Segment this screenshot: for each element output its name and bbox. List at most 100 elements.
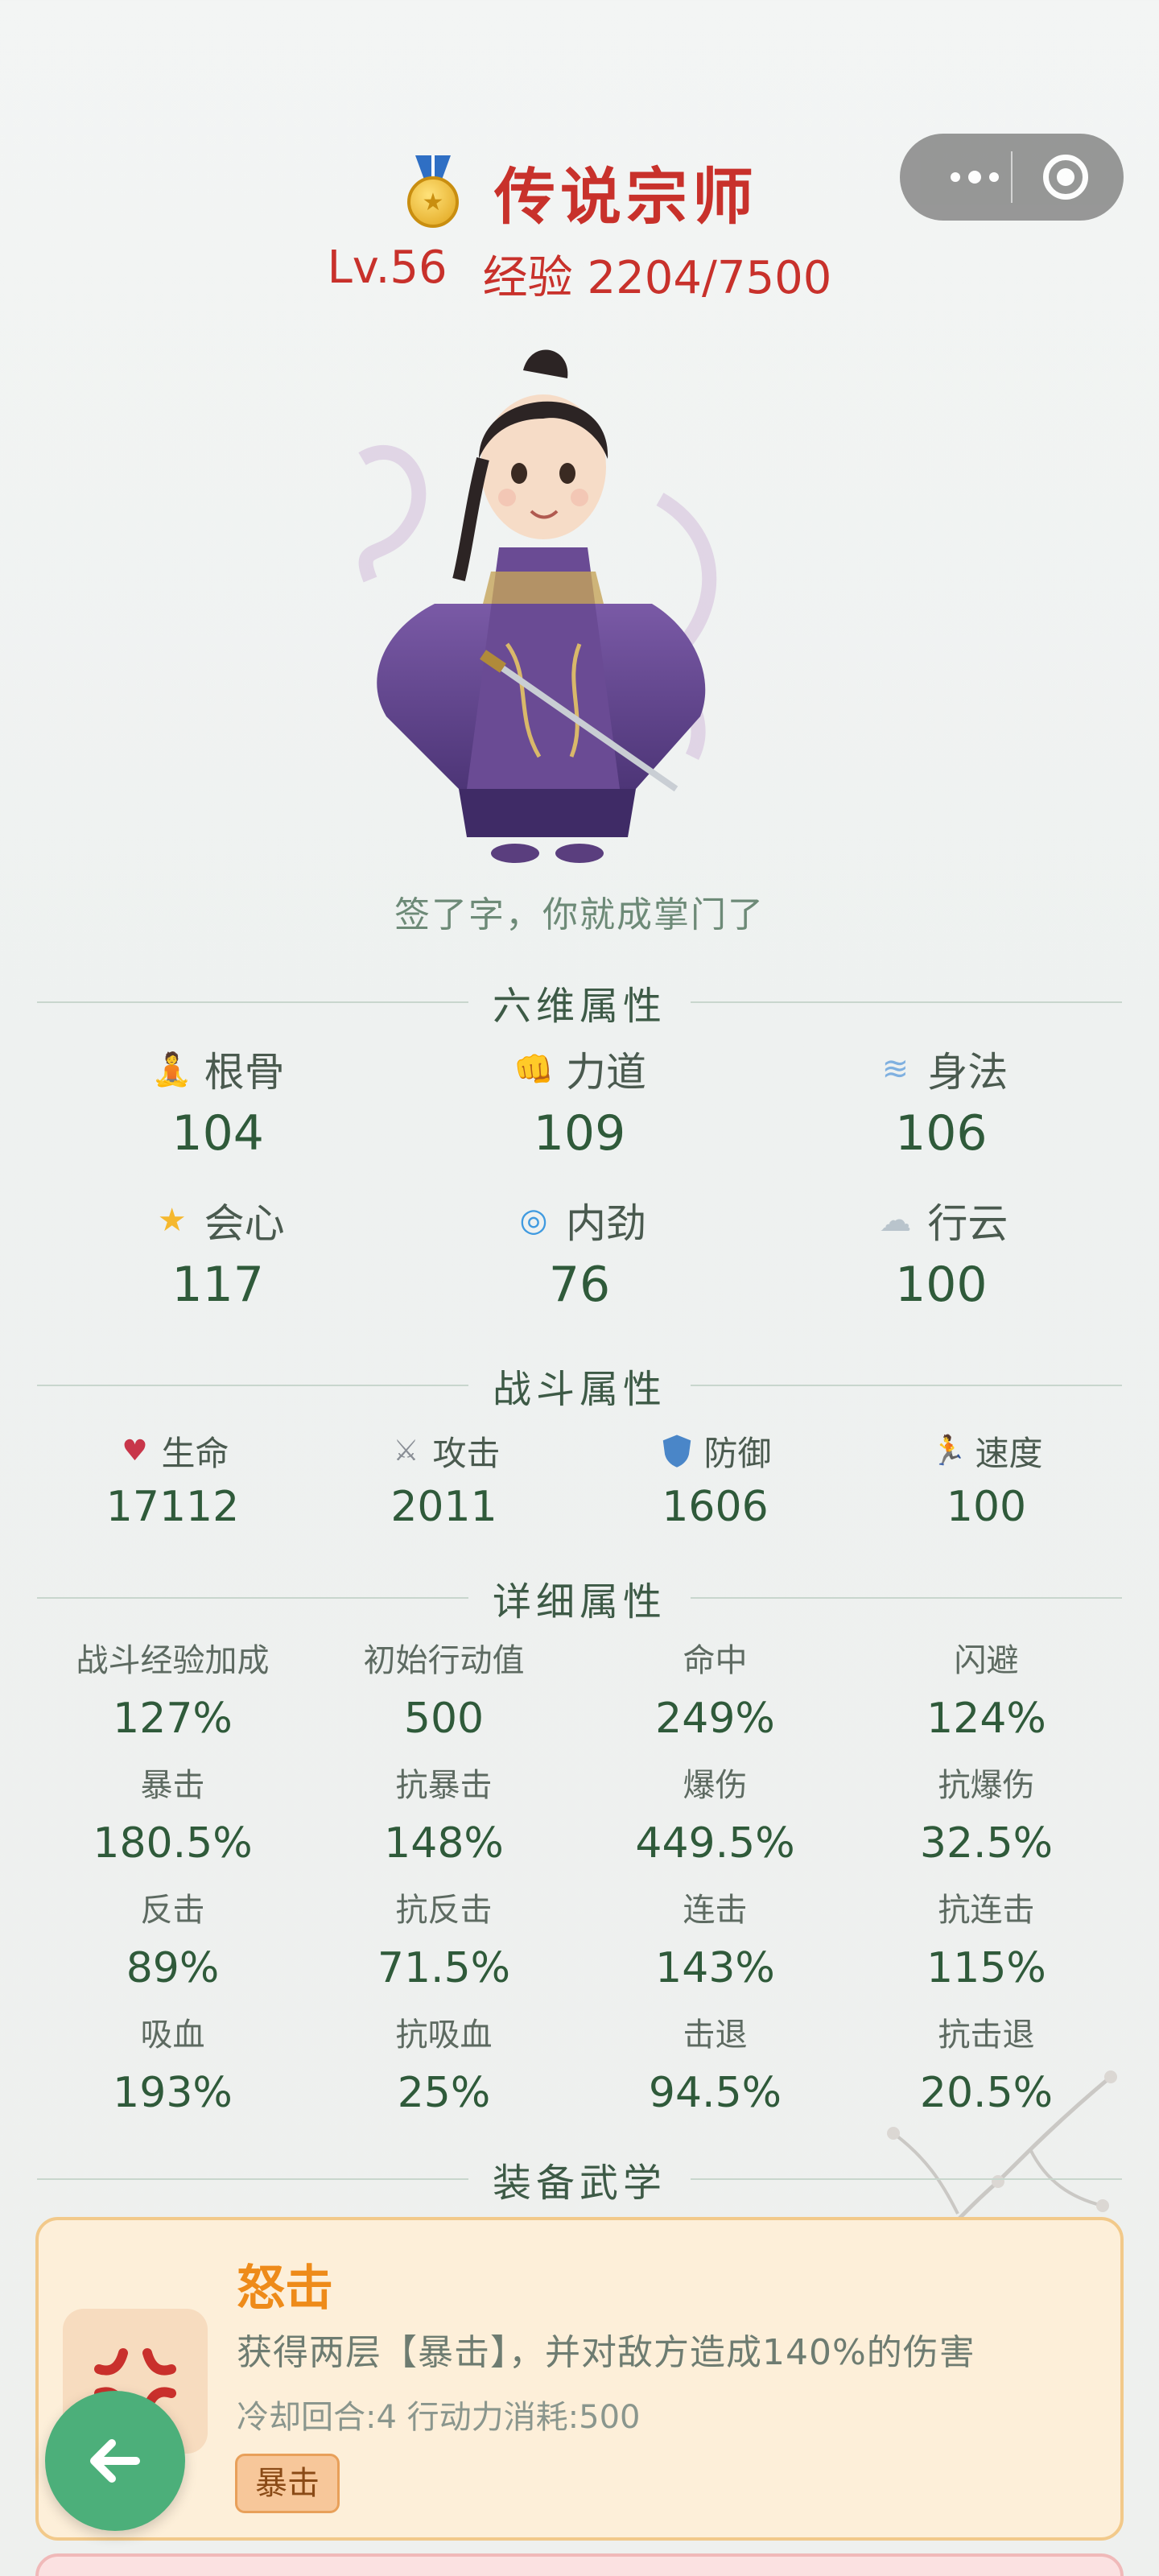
- detail-value: 20.5%: [919, 2069, 1054, 2117]
- detail-name: 爆伤: [683, 1767, 748, 1804]
- attr-value: 100: [895, 1257, 988, 1313]
- skill-card-next[interactable]: [35, 2553, 1124, 2576]
- detail-value: 94.5%: [648, 2069, 782, 2117]
- combat-name: 生命: [161, 1433, 229, 1473]
- back-button[interactable]: [45, 2391, 185, 2531]
- combat-attributes-grid: ♥ 生命 17112 ⚔ 攻击 2011 防御 1606 🏃 速度 100: [37, 1425, 1122, 1538]
- detail-item: 抗击退 20.5%: [851, 2008, 1122, 2133]
- attr-value: 104: [171, 1105, 264, 1162]
- combat-value: 100: [946, 1483, 1027, 1531]
- section-title: 装备武学: [493, 2161, 667, 2206]
- detail-item: 抗爆伤 32.5%: [851, 1759, 1122, 1884]
- detail-value: 249%: [655, 1695, 775, 1743]
- detail-name: 抗爆伤: [938, 1767, 1035, 1804]
- attr-name: 会心: [204, 1200, 285, 1247]
- detail-name: 反击: [140, 1892, 205, 1929]
- star-icon: ★: [157, 1202, 187, 1239]
- detail-item: 暴击 180.5%: [37, 1759, 308, 1884]
- heart-icon: ♥: [122, 1434, 148, 1468]
- detail-value: 115%: [926, 1944, 1046, 1992]
- detail-item: 击退 94.5%: [580, 2008, 851, 2133]
- detail-name: 暴击: [140, 1767, 205, 1804]
- combat-value: 1606: [662, 1483, 769, 1531]
- attr-name: 身法: [927, 1049, 1008, 1096]
- detail-value: 124%: [926, 1695, 1046, 1743]
- shield-icon: [663, 1435, 691, 1468]
- detail-value: 500: [403, 1695, 485, 1743]
- skill-card[interactable]: 怒击 获得两层【暴击】，并对敌方造成140%的伤害 冷却回合:4 行动力消耗:5…: [35, 2217, 1124, 2541]
- detail-item: 抗反击 71.5%: [308, 1884, 580, 2008]
- detail-value: 127%: [113, 1695, 233, 1743]
- level-text: Lv.56: [327, 242, 448, 294]
- detail-name: 命中: [683, 1642, 748, 1679]
- character-portrait: [358, 349, 717, 863]
- six-attributes-grid: 🧘 根骨 104 👊 力道 109 ≋ 身法 106 ★ 会心 117 ◎ 内劲 76 ☁…: [37, 1038, 1122, 1325]
- attr-huixin: ★ 会心 117: [37, 1190, 398, 1325]
- attr-value: 106: [895, 1105, 988, 1162]
- combat-attack: ⚔ 攻击 2011: [308, 1425, 580, 1538]
- attr-lidao: 👊 力道 109: [398, 1038, 760, 1174]
- crossed-swords-icon: ⚔: [393, 1434, 419, 1468]
- section-header-combat: 战斗属性: [37, 1357, 1123, 1414]
- detail-name: 战斗经验加成: [76, 1642, 270, 1679]
- detail-item: 抗吸血 25%: [308, 2008, 580, 2133]
- section-title: 战斗属性: [493, 1367, 667, 1412]
- detail-item: 初始行动值 500: [308, 1634, 580, 1759]
- combat-value: 17112: [105, 1483, 240, 1531]
- detail-item: 战斗经验加成 127%: [37, 1634, 308, 1759]
- detail-name: 抗击退: [938, 2017, 1035, 2054]
- skill-name: 怒击: [237, 2260, 333, 2317]
- rank-title-row: ★ 传说宗师: [0, 151, 1159, 233]
- detail-item: 连击 143%: [580, 1884, 851, 2008]
- combat-hp: ♥ 生命 17112: [37, 1425, 308, 1538]
- detail-value: 25%: [397, 2069, 491, 2117]
- fist-icon: 👊: [514, 1051, 554, 1088]
- combat-defense: 防御 1606: [580, 1425, 851, 1538]
- attr-value: 76: [548, 1257, 611, 1313]
- combat-value: 2011: [390, 1483, 497, 1531]
- attr-value: 109: [533, 1105, 626, 1162]
- cloud-icon: ☁: [879, 1202, 912, 1239]
- attr-neijin: ◎ 内劲 76: [398, 1190, 760, 1325]
- attr-name: 力道: [565, 1049, 646, 1096]
- skill-tag: 暴击: [235, 2454, 340, 2513]
- detail-item: 闪避 124%: [851, 1634, 1122, 1759]
- detail-name: 初始行动值: [363, 1642, 525, 1679]
- detail-item: 爆伤 449.5%: [580, 1759, 851, 1884]
- combat-name: 攻击: [432, 1433, 501, 1473]
- detail-name: 抗反击: [395, 1892, 493, 1929]
- exp-text: 经验 2204/7500: [482, 252, 832, 304]
- detail-name: 抗暴击: [395, 1767, 493, 1804]
- detail-name: 抗连击: [938, 1892, 1035, 1929]
- detail-item: 反击 89%: [37, 1884, 308, 2008]
- detail-item: 吸血 193%: [37, 2008, 308, 2133]
- combat-speed: 🏃 速度 100: [851, 1425, 1122, 1538]
- section-header-skills: 装备武学: [37, 2151, 1123, 2207]
- runner-icon: 🏃: [930, 1435, 967, 1468]
- attr-genggu: 🧘 根骨 104: [37, 1038, 398, 1174]
- swirl-icon: ◎: [519, 1202, 548, 1239]
- attr-name: 行云: [927, 1200, 1008, 1247]
- wind-icon: ≋: [881, 1051, 909, 1088]
- combat-name: 防御: [703, 1433, 772, 1473]
- level-row: Lv.56 经验 2204/7500: [0, 242, 1159, 306]
- detail-value: 32.5%: [919, 1819, 1054, 1868]
- section-title: 六维属性: [493, 984, 667, 1029]
- character-motto: 签了字，你就成掌门了: [394, 894, 765, 935]
- detail-name: 连击: [683, 1892, 748, 1929]
- section-title: 详细属性: [493, 1579, 667, 1624]
- detail-name: 击退: [683, 2017, 748, 2054]
- detail-value: 143%: [655, 1944, 775, 1992]
- detail-attributes-grid: 战斗经验加成 127% 初始行动值 500 命中 249% 闪避 124% 暴击 180.…: [37, 1634, 1122, 2133]
- skill-description: 获得两层【暴击】，并对敌方造成140%的伤害: [237, 2332, 975, 2373]
- detail-name: 吸血: [140, 2017, 205, 2054]
- attr-xingyun: ☁ 行云 100: [761, 1190, 1122, 1325]
- attr-name: 根骨: [204, 1049, 285, 1096]
- skill-meta: 冷却回合:4 行动力消耗:500: [237, 2399, 641, 2436]
- attr-value: 117: [171, 1257, 264, 1313]
- rank-title: 传说宗师: [494, 161, 758, 233]
- section-header-detail: 详细属性: [37, 1570, 1123, 1626]
- attr-name: 内劲: [565, 1200, 646, 1247]
- detail-item: 抗暴击 148%: [308, 1759, 580, 1884]
- detail-value: 89%: [126, 1944, 220, 1992]
